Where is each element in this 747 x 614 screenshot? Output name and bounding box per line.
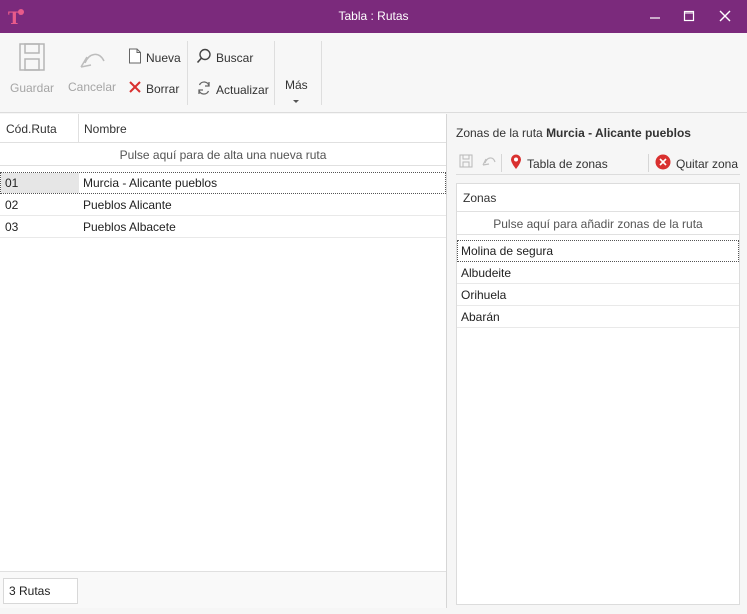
minimize-button[interactable] bbox=[644, 6, 666, 26]
guardar-button[interactable]: Guardar bbox=[10, 42, 54, 95]
zona-undo-button[interactable] bbox=[481, 154, 497, 171]
quitar-zona-button[interactable]: Quitar zona bbox=[655, 154, 738, 173]
tabla-zonas-button[interactable]: Tabla de zonas bbox=[510, 154, 608, 173]
route-name: Pueblos Albacete bbox=[83, 220, 176, 234]
route-count: 3 Rutas bbox=[3, 578, 78, 604]
buscar-label: Buscar bbox=[216, 50, 254, 65]
add-zone-row[interactable]: Pulse aquí para añadir zonas de la ruta bbox=[457, 213, 739, 235]
toolbar-separator bbox=[501, 154, 502, 172]
zonas-title-prefix: Zonas de la ruta bbox=[456, 126, 543, 140]
route-name: Murcia - Alicante pueblos bbox=[83, 176, 218, 190]
borrar-button[interactable]: Borrar bbox=[128, 80, 179, 97]
chevron-down-icon bbox=[285, 94, 308, 108]
window-title: Tabla : Rutas bbox=[338, 9, 409, 23]
route-name: Pueblos Alicante bbox=[83, 198, 172, 212]
cancelar-button[interactable]: Cancelar bbox=[67, 49, 117, 94]
zonas-route-name: Murcia - Alicante pueblos bbox=[546, 126, 691, 140]
column-divider[interactable] bbox=[78, 114, 79, 143]
mas-label: Más bbox=[285, 78, 308, 92]
tabla-zonas-label: Tabla de zonas bbox=[527, 156, 608, 171]
column-zonas[interactable]: Zonas bbox=[457, 184, 739, 212]
ribbon-toolbar: Guardar Cancelar Nueva Borrar Buscar Act… bbox=[0, 33, 747, 113]
column-cod-ruta[interactable]: Cód.Ruta bbox=[6, 122, 57, 136]
table-row[interactable]: 01 Murcia - Alicante pueblos bbox=[0, 172, 446, 194]
list-item[interactable]: Abarán bbox=[457, 306, 739, 328]
ribbon-separator bbox=[187, 41, 188, 105]
list-item[interactable]: Orihuela bbox=[457, 284, 739, 306]
buscar-button[interactable]: Buscar bbox=[196, 48, 253, 67]
maximize-button[interactable] bbox=[678, 6, 700, 26]
refresh-icon bbox=[196, 80, 212, 99]
zonas-title: Zonas de la ruta Murcia - Alicante puebl… bbox=[456, 126, 691, 140]
route-code: 03 bbox=[5, 220, 19, 234]
undo-icon bbox=[67, 49, 117, 74]
borrar-label: Borrar bbox=[146, 81, 180, 96]
close-window-button[interactable] bbox=[714, 6, 736, 26]
list-item[interactable]: Albudeite bbox=[457, 262, 739, 284]
route-code: 01 bbox=[5, 176, 19, 190]
search-icon bbox=[196, 48, 212, 67]
zona-save-button[interactable] bbox=[459, 154, 473, 171]
new-document-icon bbox=[128, 48, 142, 67]
route-code: 02 bbox=[5, 198, 19, 212]
list-item[interactable]: Molina de segura bbox=[457, 240, 739, 262]
delete-x-icon bbox=[128, 80, 142, 97]
nueva-button[interactable]: Nueva bbox=[128, 48, 181, 67]
ribbon-separator bbox=[321, 41, 322, 105]
nueva-label: Nueva bbox=[146, 50, 181, 65]
save-icon bbox=[459, 154, 473, 171]
mas-dropdown-button[interactable]: Más bbox=[285, 78, 308, 108]
zonas-toolbar: Tabla de zonas Quitar zona bbox=[456, 151, 740, 175]
cancelar-label: Cancelar bbox=[67, 80, 117, 94]
map-pin-icon bbox=[510, 154, 522, 173]
rutas-footer: 3 Rutas bbox=[0, 571, 446, 608]
ribbon-separator bbox=[274, 41, 275, 105]
table-row[interactable]: 03 Pueblos Albacete bbox=[0, 216, 446, 238]
zonas-grid: Zonas Pulse aquí para añadir zonas de la… bbox=[456, 183, 740, 605]
rutas-grid: Cód.Ruta Nombre Pulse aquí para de alta … bbox=[0, 114, 447, 608]
toolbar-separator bbox=[648, 154, 649, 172]
rutas-grid-header: Cód.Ruta Nombre bbox=[0, 114, 446, 143]
undo-icon bbox=[481, 154, 497, 171]
actualizar-button[interactable]: Actualizar bbox=[196, 80, 269, 99]
actualizar-label: Actualizar bbox=[216, 82, 269, 97]
table-row[interactable]: 02 Pueblos Alicante bbox=[0, 194, 446, 216]
remove-circle-icon bbox=[655, 154, 671, 173]
zonas-panel: Zonas de la ruta Murcia - Alicante puebl… bbox=[447, 114, 747, 608]
save-icon bbox=[10, 42, 54, 75]
new-route-row[interactable]: Pulse aquí para de alta una nueva ruta bbox=[0, 144, 446, 166]
quitar-zona-label: Quitar zona bbox=[676, 156, 739, 171]
column-nombre[interactable]: Nombre bbox=[84, 122, 127, 136]
guardar-label: Guardar bbox=[10, 81, 55, 95]
title-bar: T Tabla : Rutas bbox=[0, 0, 747, 33]
